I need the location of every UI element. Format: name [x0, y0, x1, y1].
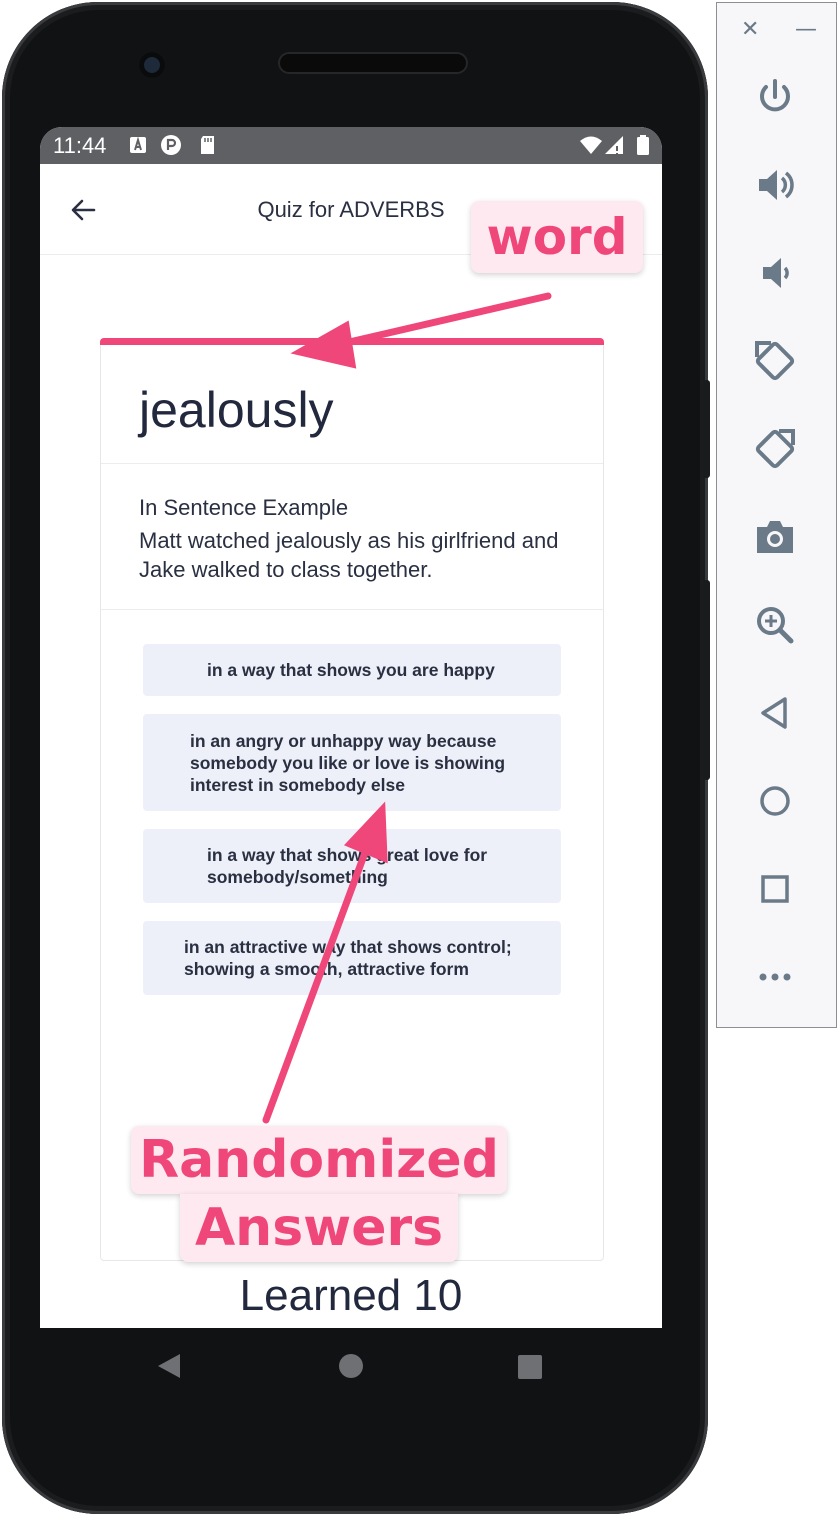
- volume-down-icon[interactable]: [751, 249, 799, 297]
- answer-text: in a way that shows you are happy: [207, 660, 495, 680]
- answer-text: in an angry or unhappy way because someb…: [190, 730, 506, 795]
- status-time: 11:44: [53, 133, 107, 158]
- answer-text: in a way that shows great love for someb…: [207, 845, 488, 887]
- nav-recents-icon[interactable]: [518, 1355, 542, 1379]
- word-annotation: word: [471, 201, 643, 273]
- answer-text: in an attractive way that shows control;…: [184, 937, 512, 979]
- back-icon[interactable]: [751, 689, 799, 737]
- minimize-icon[interactable]: —: [795, 17, 817, 42]
- emulator-toolbar: ✕ —: [716, 2, 837, 1028]
- nav-back-icon[interactable]: [158, 1354, 180, 1378]
- example-label: In Sentence Example: [139, 495, 349, 520]
- notification-a-icon: [130, 136, 146, 153]
- battery-icon: [637, 135, 649, 155]
- example-sentence: Matt watched jealously as his girlfriend…: [139, 528, 559, 582]
- front-camera: [139, 52, 165, 78]
- answers-annotation-line2: Answers: [180, 1194, 458, 1262]
- learned-count: Learned 10: [239, 1271, 463, 1320]
- status-bar: 11:44: [40, 127, 662, 164]
- rotate-right-icon[interactable]: [751, 425, 799, 473]
- volume-up-icon[interactable]: [751, 161, 799, 209]
- overview-icon[interactable]: [751, 865, 799, 913]
- answer-option-1[interactable]: in a way that shows you are happy: [143, 644, 561, 696]
- wifi-icon: [580, 136, 602, 154]
- camera-icon[interactable]: [751, 513, 799, 561]
- word-annotation-text: word: [486, 208, 628, 266]
- answer-option-3[interactable]: in a way that shows great love for someb…: [143, 829, 561, 903]
- sd-card-icon: [201, 136, 214, 154]
- nav-home-icon[interactable]: [339, 1354, 363, 1378]
- notification-app-icon: [161, 135, 181, 155]
- quiz-word: jealously: [139, 382, 334, 438]
- signal-icon: [605, 136, 623, 154]
- zoom-icon[interactable]: [751, 601, 799, 649]
- earpiece-speaker: [278, 52, 468, 74]
- divider: [101, 609, 603, 610]
- more-icon[interactable]: [751, 953, 799, 1001]
- card-accent-bar: [100, 338, 604, 345]
- phone-power-button: [703, 380, 710, 478]
- answers-annotation-text: Randomized: [139, 1130, 499, 1190]
- android-nav-bar: [40, 1328, 662, 1406]
- phone-volume-button: [703, 580, 710, 780]
- answers-annotation-line1: Randomized: [131, 1126, 507, 1194]
- answers-annotation-text: Answers: [194, 1198, 444, 1258]
- quiz-card: jealously In Sentence Example Matt watch…: [100, 338, 604, 1261]
- close-icon[interactable]: ✕: [741, 17, 759, 42]
- answer-option-4[interactable]: in an attractive way that shows control;…: [143, 921, 561, 995]
- divider: [101, 463, 603, 464]
- power-icon[interactable]: [751, 73, 799, 121]
- home-icon[interactable]: [751, 777, 799, 825]
- rotate-left-icon[interactable]: [751, 337, 799, 385]
- answer-option-2[interactable]: in an angry or unhappy way because someb…: [143, 714, 561, 811]
